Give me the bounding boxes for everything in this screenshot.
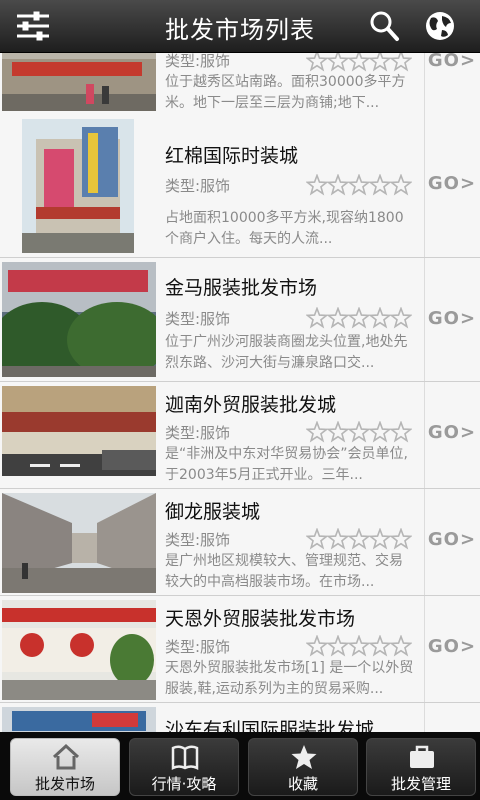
market-desc: 是“非洲及中东对华贸易协会”会员单位,于2003年5月正式开业。三年... [165,446,408,483]
market-type: 类型:服饰 [165,531,231,549]
tab-label: 批发市场 [34,775,95,793]
market-desc: 是广州地区规模较大、管理规范、交易较大的中高档服装市场。在市场... [165,553,403,590]
tab-label: 收藏 [287,775,318,793]
star-icon [368,635,392,657]
tab-favorites[interactable]: 收藏 [248,738,358,796]
go-button[interactable]: GO> [424,636,480,657]
market-list[interactable]: 类型:服饰 位于越秀区站南路。面积30000多平方米。地下一层至三层为商铺;地下… [0,52,480,732]
book-icon [171,745,199,771]
go-button[interactable]: GO> [424,308,480,329]
star-icon [347,307,371,329]
tab-label: 批发管理 [390,775,451,793]
market-name: 迦南外贸服装批发城 [165,394,337,416]
star-icon [347,421,371,443]
star-icon [306,635,329,657]
star-icon [347,528,371,550]
star-icon [389,307,412,329]
list-item[interactable]: 御龙服装城 类型:服饰 是广州地区规模较大、管理规范、交易较大的中高档服装市场。… [0,489,480,596]
market-photo [2,386,156,476]
briefcase-icon [410,745,434,768]
go-button[interactable]: GO> [424,422,480,443]
star-icon [347,174,371,196]
star-icon [326,174,350,196]
globe-icon[interactable] [422,8,458,44]
star-icon [306,52,329,72]
list-item[interactable]: 沙东有利国际服装批发城 [0,703,480,732]
tab-wholesale-management[interactable]: 批发管理 [366,738,476,796]
market-desc: 占地面积10000多平方米,现容纳1800个商户入住。每天的人流... [165,210,404,247]
star-icon [389,635,412,657]
list-item[interactable]: 类型:服饰 位于越秀区站南路。面积30000多平方米。地下一层至三层为商铺;地下… [0,52,480,116]
market-photo [2,707,156,732]
star-icon [368,528,392,550]
star-icon [389,421,412,443]
market-desc: 位于越秀区站南路。面积30000多平方米。地下一层至三层为商铺;地下... [165,74,406,111]
rating-stars [306,528,412,550]
star-icon [306,174,329,196]
star-icon [326,421,350,443]
market-name: 沙东有利国际服装批发城 [165,719,375,732]
star-icon [326,635,350,657]
market-type: 类型:服饰 [165,638,231,656]
search-icon[interactable] [366,8,402,44]
tab-wholesale-markets[interactable]: 批发市场 [10,738,120,796]
market-desc: 位于广州沙河服装商圈龙头位置,地处先烈东路、沙河大街与濂泉路口交... [165,334,408,371]
market-name: 御龙服装城 [165,501,261,523]
market-photo [2,52,156,111]
rating-stars [306,635,412,657]
rating-stars [306,421,412,443]
star-icon [306,421,329,443]
market-type: 类型:服饰 [165,424,231,442]
star-icon [326,307,350,329]
bottom-tab-bar: 批发市场 行情·攻略 收藏 批发管理 [0,732,480,800]
tab-market-guide[interactable]: 行情·攻略 [129,738,239,796]
rating-stars [306,52,412,72]
go-button[interactable]: GO> [424,173,480,194]
star-icon [389,174,412,196]
market-name: 金马服装批发市场 [165,277,318,299]
star-icon [368,174,392,196]
star-icon [389,52,412,72]
star-icon [347,635,371,657]
go-button[interactable]: GO> [424,529,480,550]
rating-stars [306,174,412,196]
star-icon [306,307,329,329]
market-photo [2,262,156,377]
market-photo [2,493,156,593]
market-photo [2,600,156,700]
rating-stars [306,307,412,329]
star-icon [306,528,329,550]
market-photo [22,119,134,253]
tab-label: 行情·攻略 [151,775,217,793]
star-icon [368,307,392,329]
list-item[interactable]: 迦南外贸服装批发城 类型:服饰 是“非洲及中东对华贸易协会”会员单位,于2003… [0,382,480,489]
list-item[interactable]: 红棉国际时装城 类型:服饰 占地面积10000多平方米,现容纳1800个商户入住… [0,115,480,258]
home-icon [52,743,80,770]
list-item[interactable]: 金马服装批发市场 类型:服饰 位于广州沙河服装商圈龙头位置,地处先烈东路、沙河大… [0,258,480,382]
market-type: 类型:服饰 [165,310,231,328]
market-desc: 天恩外贸服装批发市场[1] 是一个以外贸服装,鞋,运动系列为主的贸易采购... [165,660,414,697]
star-icon [368,421,392,443]
page-title: 批发市场列表 [165,16,315,44]
star-icon [347,52,371,72]
star-icon [326,528,350,550]
star-icon [389,528,412,550]
go-button[interactable]: GO> [424,52,480,71]
market-type: 类型:服饰 [165,177,231,195]
star-icon [291,745,317,769]
star-icon [368,52,392,72]
market-type: 类型:服饰 [165,52,231,70]
list-item[interactable]: 天恩外贸服装批发市场 类型:服饰 天恩外贸服装批发市场[1] 是一个以外贸服装,… [0,596,480,703]
star-icon [326,52,350,72]
top-bar: 批发市场列表 [0,0,480,53]
market-name: 红棉国际时装城 [165,145,299,167]
market-name: 天恩外贸服装批发市场 [165,608,356,630]
